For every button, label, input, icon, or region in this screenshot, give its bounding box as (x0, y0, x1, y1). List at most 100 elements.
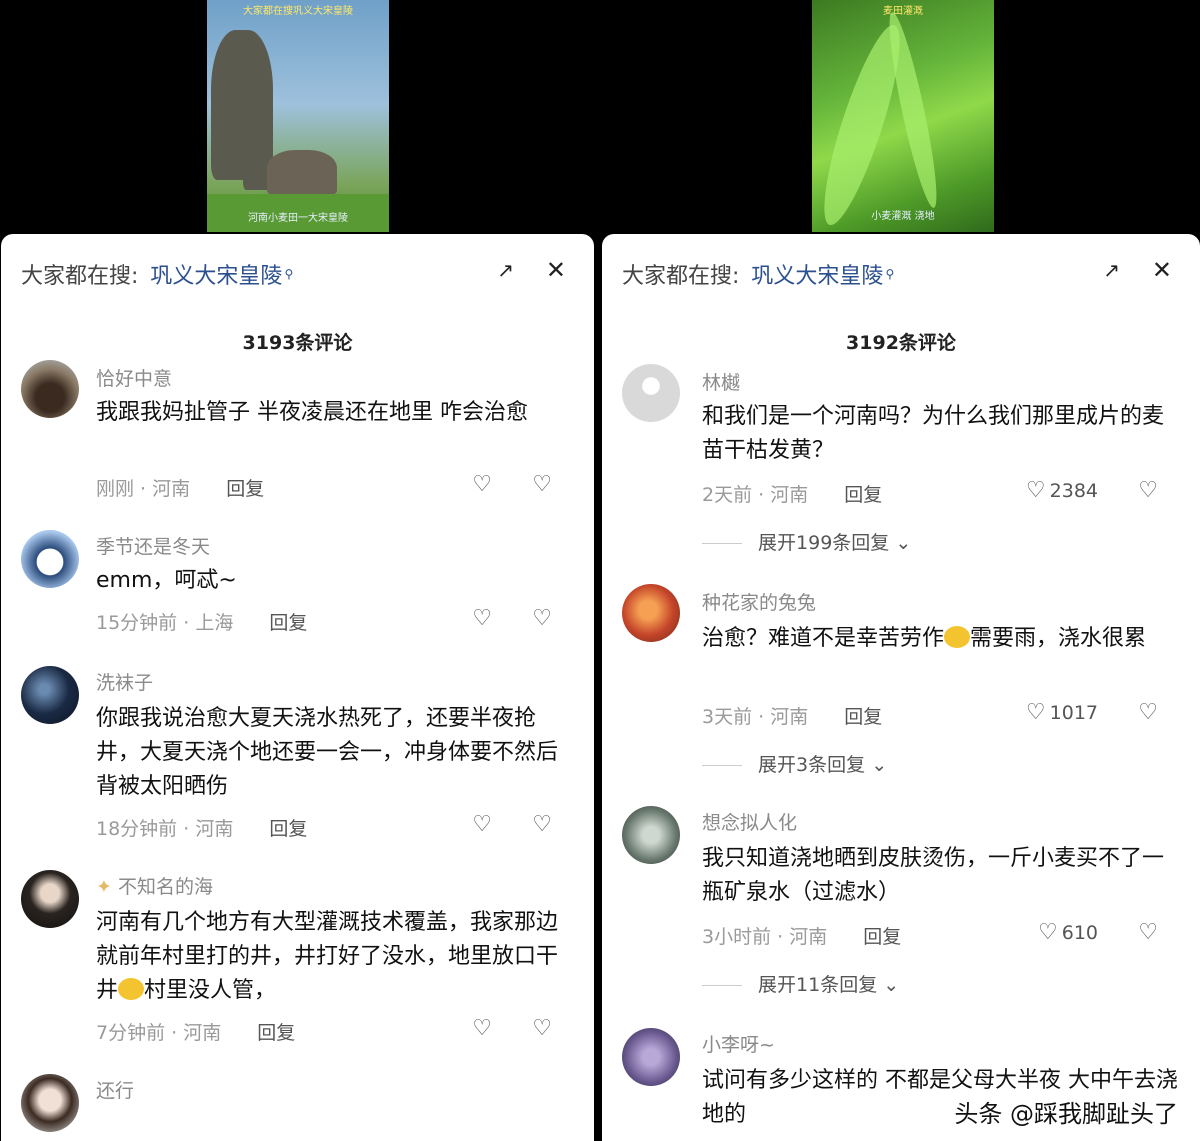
reply-button[interactable]: 回复 (863, 926, 901, 948)
expand-icon[interactable]: ↗ (497, 258, 514, 282)
comment-meta: 2天前 · 河南 回复 ♡ 2384 ♡ (702, 478, 1158, 506)
expand-replies-button[interactable]: 展开199条回复 ⌄ (702, 528, 911, 555)
reply-button[interactable]: 回复 (844, 706, 882, 728)
search-suggestion-bar[interactable]: 大家都在搜: 巩义大宋皇陵 ⚲ ↗ ✕ (21, 256, 574, 292)
chevron-down-icon: ⌄ (895, 532, 912, 554)
reply-button[interactable]: 回复 (269, 612, 307, 634)
stone-elephant (267, 150, 337, 195)
comment-meta: 3小时前 · 河南 回复 ♡ 610 ♡ (702, 920, 1158, 948)
username[interactable]: 种花家的兔兔 (702, 588, 816, 615)
comment-count: 3193条评论 (242, 332, 353, 354)
like-count: 1017 (1049, 702, 1098, 724)
comment-time: 2天前 (702, 484, 753, 506)
avatar[interactable] (622, 584, 680, 642)
comment-text: 治愈？难道不是幸苦劳作 需要雨，浇水很累 (702, 622, 1180, 656)
chevron-down-icon: ⌄ (871, 754, 888, 776)
comment-text: 你跟我说治愈大夏天浇水热死了，还要半夜抢井，大夏天浇个地还要一会一，冲身体要不然… (96, 706, 559, 799)
comment-time: 7分钟前 (96, 1022, 166, 1044)
search-term-link[interactable]: 巩义大宋皇陵 (751, 258, 883, 290)
comment-panel-left: 大家都在搜: 巩义大宋皇陵 ⚲ ↗ ✕ 3193条评论 恰好中意 我跟我妈扯管子… (1, 234, 594, 1141)
dislike-icon[interactable]: ♡ (1138, 920, 1158, 945)
dislike-icon[interactable]: ♡ (532, 812, 552, 837)
expand-replies-label: 展开199条回复 (758, 532, 890, 554)
reply-button[interactable]: 回复 (844, 484, 882, 506)
reply-button[interactable]: 回复 (257, 1022, 295, 1044)
video-thumbnail-left[interactable]: 大家都在搜巩义大宋皇陵 河南小麦田一大宋皇陵 (207, 0, 389, 232)
video-caption-bottom: 河南小麦田一大宋皇陵 (248, 213, 348, 224)
comment-panel-right: 大家都在搜: 巩义大宋皇陵 ⚲ ↗ ✕ 3192条评论 林樾 和我们是一个河南吗… (602, 234, 1200, 1141)
comment-meta: 18分钟前 · 河南 回复 ♡ ♡ (96, 812, 552, 840)
comment-text-part: 治愈？难道不是幸苦劳作 (702, 626, 945, 651)
dislike-icon[interactable]: ♡ (1138, 478, 1158, 503)
username[interactable]: ✦ 不知名的海 (96, 872, 213, 899)
comment-text: emm，呵忒~ (96, 568, 237, 593)
avatar[interactable] (21, 360, 79, 418)
comment-location: 河南 (770, 484, 809, 506)
search-suggestion-bar[interactable]: 大家都在搜: 巩义大宋皇陵 ⚲ ↗ ✕ (622, 256, 1180, 292)
username[interactable]: 还行 (96, 1076, 134, 1103)
close-icon[interactable]: ✕ (1152, 256, 1172, 284)
dislike-icon[interactable]: ♡ (532, 606, 552, 631)
comment-time: 3小时前 (702, 926, 772, 948)
comment-time: 3天前 (702, 706, 753, 728)
comment-text-part: 村里没人管， (144, 978, 277, 1003)
emoji-icon (118, 978, 145, 1000)
expand-replies-button[interactable]: 展开3条回复 ⌄ (702, 750, 887, 777)
comment-text-part: 需要雨，浇水很累 (970, 626, 1147, 651)
avatar[interactable] (21, 1074, 79, 1132)
username[interactable]: 小李呀~ (702, 1030, 775, 1057)
search-label: 大家都在搜: (622, 264, 740, 289)
like-button[interactable]: ♡ 1017 (1026, 700, 1098, 725)
username[interactable]: 季节还是冬天 (96, 532, 210, 559)
emoji-icon (944, 626, 971, 648)
comment-meta: 15分钟前 · 上海 回复 ♡ ♡ (96, 606, 552, 634)
reply-button[interactable]: 回复 (226, 478, 264, 500)
avatar[interactable] (21, 666, 79, 724)
dislike-icon[interactable]: ♡ (532, 472, 552, 497)
comment-meta: 3天前 · 河南 回复 ♡ 1017 ♡ (702, 700, 1158, 728)
reply-button[interactable]: 回复 (269, 818, 307, 840)
comment-meta: 7分钟前 · 河南 回复 ♡ ♡ (96, 1016, 552, 1044)
watermark: 头条 @踩我脚趾头了 (954, 1100, 1178, 1128)
comment-location: 河南 (183, 1022, 222, 1044)
like-count: 610 (1061, 922, 1098, 944)
search-term-link[interactable]: 巩义大宋皇陵 (150, 258, 282, 290)
close-icon[interactable]: ✕ (546, 256, 566, 284)
avatar[interactable] (622, 806, 680, 864)
comment-count: 3192条评论 (846, 332, 956, 354)
default-avatar-icon[interactable] (622, 364, 680, 422)
comment-time: 刚刚 (96, 478, 135, 500)
expand-replies-button[interactable]: 展开11条回复 ⌄ (702, 970, 899, 997)
like-icon[interactable]: ♡ (472, 472, 492, 497)
search-icon: ⚲ (885, 267, 895, 281)
chevron-down-icon: ⌄ (883, 974, 900, 996)
expand-replies-label: 展开11条回复 (758, 974, 878, 996)
like-button[interactable]: ♡ 610 (1038, 920, 1098, 945)
comment-text: 和我们是一个河南吗？为什么我们那里成片的麦苗干枯发黄？ (702, 404, 1165, 463)
comment-location: 河南 (770, 706, 809, 728)
feather-icon: ✦ (96, 876, 112, 898)
username-text: 不知名的海 (117, 876, 213, 898)
like-icon[interactable]: ♡ (472, 606, 492, 631)
search-label: 大家都在搜: (21, 264, 139, 289)
like-count: 2384 (1049, 480, 1098, 502)
username[interactable]: 林樾 (702, 368, 740, 395)
expand-icon[interactable]: ↗ (1103, 258, 1120, 282)
video-thumbnail-right[interactable]: 麦田灌溉 小麦灌溉 浇地 (812, 0, 994, 232)
dislike-icon[interactable]: ♡ (1138, 700, 1158, 725)
username[interactable]: 恰好中意 (96, 364, 172, 391)
avatar[interactable] (622, 1028, 680, 1086)
username[interactable]: 洗袜子 (96, 668, 153, 695)
like-button[interactable]: ♡ 2384 (1026, 478, 1098, 503)
video-caption-top: 大家都在搜巩义大宋皇陵 (243, 6, 353, 17)
comment-time: 15分钟前 (96, 612, 178, 634)
comment-location: 上海 (195, 612, 234, 634)
like-icon[interactable]: ♡ (472, 1016, 492, 1041)
avatar[interactable] (21, 870, 79, 928)
like-icon[interactable]: ♡ (472, 812, 492, 837)
username[interactable]: 想念拟人化 (702, 808, 797, 835)
dislike-icon[interactable]: ♡ (532, 1016, 552, 1041)
avatar[interactable] (21, 530, 79, 588)
comment-location: 河南 (152, 478, 191, 500)
video-caption-bottom: 小麦灌溉 浇地 (871, 211, 935, 222)
